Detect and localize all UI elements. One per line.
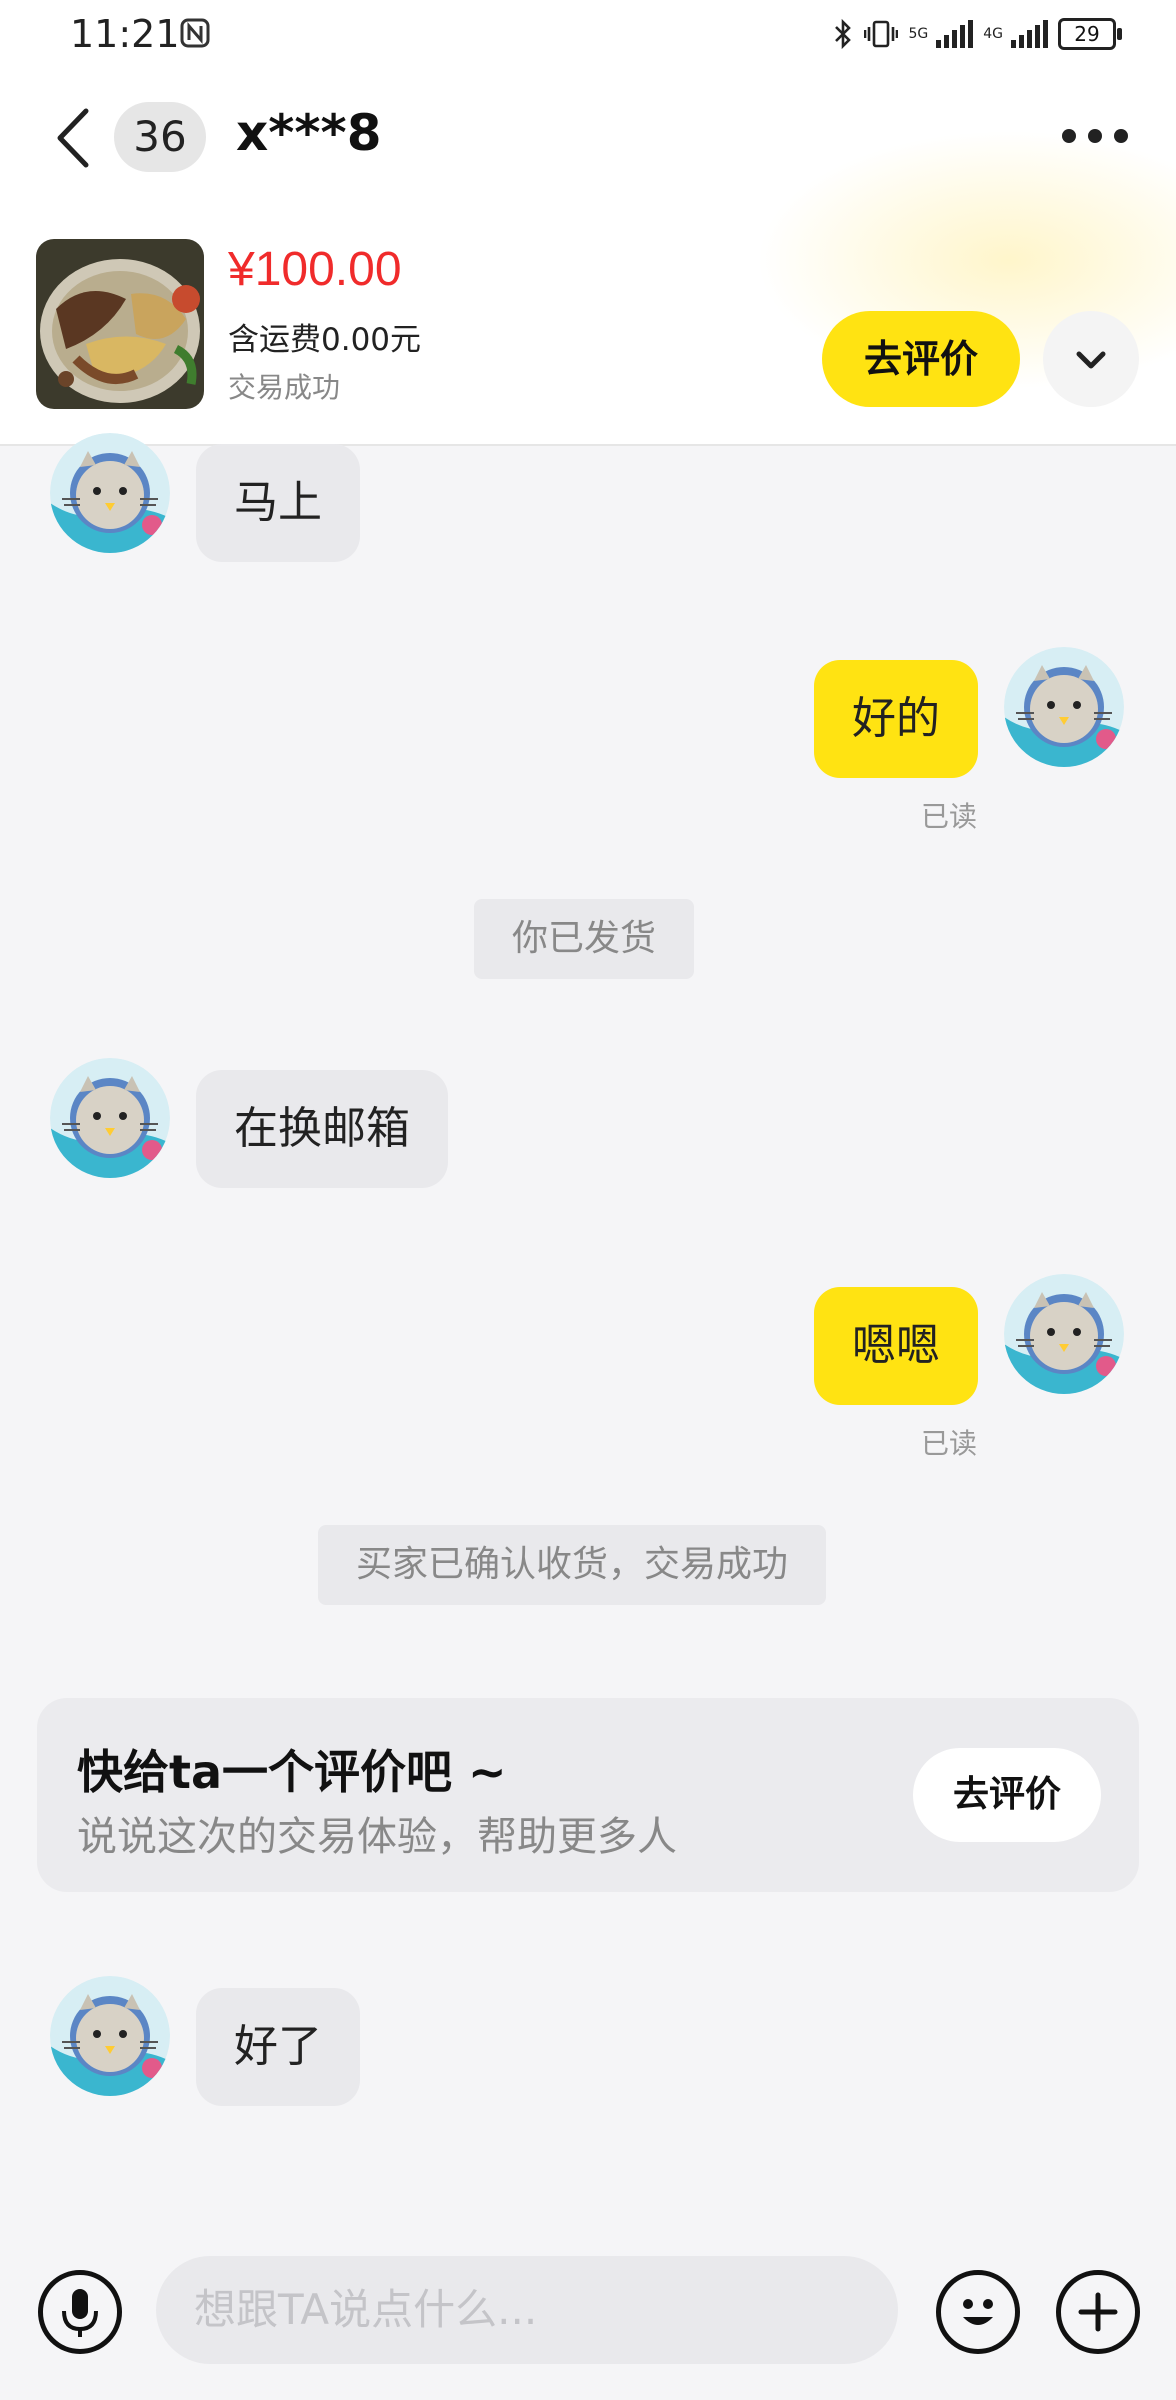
microphone-icon <box>62 2289 98 2337</box>
more-button[interactable] <box>1062 126 1128 146</box>
message-bubble-incoming[interactable]: 马上 <box>196 444 360 562</box>
cat-avatar-icon <box>1004 647 1124 767</box>
shipping-fee: 含运费0.00元 <box>228 322 422 358</box>
network-5g-label: 5G <box>908 26 929 42</box>
product-thumbnail[interactable] <box>36 239 204 409</box>
message-bubble-incoming[interactable]: 在换邮箱 <box>196 1070 448 1188</box>
back-button[interactable] <box>50 105 96 171</box>
chevron-down-icon <box>1076 351 1106 369</box>
message-bubble-outgoing[interactable]: 嗯嗯 <box>814 1287 978 1405</box>
cat-avatar-icon <box>50 1058 170 1178</box>
plus-icon <box>1078 2292 1118 2332</box>
read-receipt: 已读 <box>921 1427 978 1460</box>
avatar-self[interactable] <box>1004 647 1124 767</box>
bluetooth-icon <box>835 18 852 50</box>
cat-avatar-icon <box>1004 1274 1124 1394</box>
review-button[interactable]: 去评价 <box>822 311 1020 407</box>
cat-avatar-icon <box>50 1976 170 2096</box>
unread-badge: 36 <box>114 102 206 172</box>
message-bubble-outgoing[interactable]: 好的 <box>814 660 978 778</box>
nfc-icon <box>180 18 210 48</box>
product-price: ¥100.00 <box>228 243 402 296</box>
header-divider <box>0 444 1176 446</box>
emoji-icon <box>963 2299 993 2325</box>
status-icons: 5G 4G 29 <box>832 16 1122 52</box>
top-header: 11:21 5G 4G 29 36 x***8 ¥100.00 含运费0.00元… <box>0 0 1176 446</box>
message-bubble-incoming[interactable]: 好了 <box>196 1988 360 2106</box>
avatar[interactable] <box>50 433 170 553</box>
trade-status: 交易成功 <box>228 371 341 404</box>
chat-title: x***8 <box>236 104 382 162</box>
review-card-button[interactable]: 去评价 <box>913 1748 1101 1842</box>
review-prompt-card: 快给ta一个评价吧 ~ 说说这次的交易体验，帮助更多人 去评价 <box>37 1698 1139 1892</box>
emoji-button[interactable] <box>936 2270 1020 2354</box>
input-bar: 想跟TA说点什么... <box>0 2230 1176 2400</box>
network-4g-label: 4G <box>983 26 1003 42</box>
system-message: 买家已确认收货，交易成功 <box>318 1525 827 1605</box>
cat-avatar-icon <box>50 433 170 553</box>
avatar-self[interactable] <box>1004 1274 1124 1394</box>
avatar[interactable] <box>50 1976 170 2096</box>
review-card-subtitle: 说说这次的交易体验，帮助更多人 <box>77 1814 677 1860</box>
expand-button[interactable] <box>1043 311 1139 407</box>
review-card-title: 快给ta一个评价吧 ~ <box>77 1745 507 1799</box>
signal-icon-2 <box>1011 20 1048 48</box>
status-time: 11:21 <box>70 12 180 56</box>
more-dot <box>1088 129 1102 143</box>
voice-button[interactable] <box>38 2270 122 2354</box>
battery-icon: 29 <box>1058 18 1122 50</box>
more-dot <box>1062 129 1076 143</box>
more-options-button[interactable] <box>1056 2270 1140 2354</box>
signal-icon <box>936 20 974 48</box>
avatar[interactable] <box>50 1058 170 1178</box>
vibrate-icon <box>864 20 899 48</box>
system-message: 你已发货 <box>474 899 695 979</box>
read-receipt: 已读 <box>921 800 978 833</box>
more-dot <box>1114 129 1128 143</box>
message-input[interactable]: 想跟TA说点什么... <box>156 2256 898 2364</box>
